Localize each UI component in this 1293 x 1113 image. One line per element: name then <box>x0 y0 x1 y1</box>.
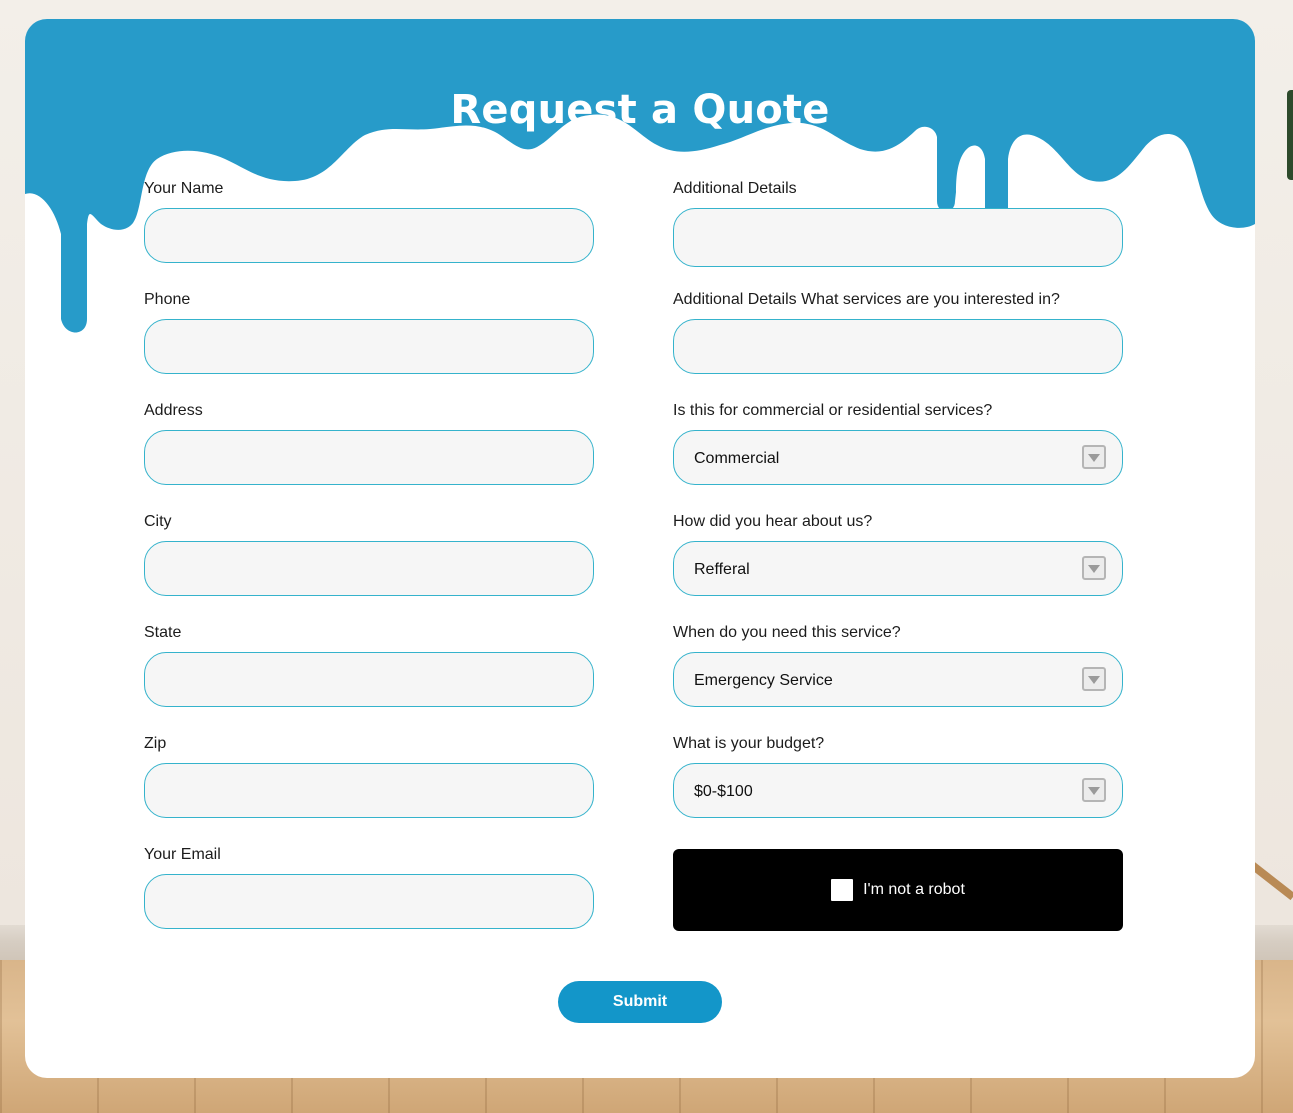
address-label: Address <box>144 402 203 419</box>
your-email-field: Your Email <box>144 846 594 929</box>
additional-details-field: Additional Details <box>673 180 1123 267</box>
city-label: City <box>144 513 172 530</box>
city-field: City <box>144 513 594 596</box>
referral-source-label: How did you hear about us? <box>673 513 873 530</box>
your-email-label: Your Email <box>144 846 221 863</box>
service-type-value: Commercial <box>694 450 780 467</box>
plant-decoration <box>1287 90 1293 180</box>
state-input[interactable] <box>144 652 594 707</box>
service-timing-field: When do you need this service? Emergency… <box>673 624 1123 707</box>
your-name-label: Your Name <box>144 180 224 197</box>
services-interested-field: Additional Details What services are you… <box>673 291 1123 374</box>
captcha-widget: I'm not a robot <box>673 849 1123 931</box>
budget-label: What is your budget? <box>673 735 825 752</box>
submit-button[interactable]: Submit <box>558 981 722 1023</box>
referral-source-select[interactable]: Refferal <box>673 541 1123 596</box>
captcha-label: I'm not a robot <box>863 881 965 898</box>
service-timing-value: Emergency Service <box>694 672 833 689</box>
service-timing-label: When do you need this service? <box>673 624 901 641</box>
state-label: State <box>144 624 182 641</box>
dropdown-arrow-icon[interactable] <box>1082 556 1106 580</box>
your-email-input[interactable] <box>144 874 594 929</box>
address-field: Address <box>144 402 594 485</box>
service-type-select[interactable]: Commercial <box>673 430 1123 485</box>
referral-source-field: How did you hear about us? Refferal <box>673 513 1123 596</box>
page-title: Request a Quote <box>450 87 830 133</box>
budget-field: What is your budget? $0-$100 <box>673 735 1123 818</box>
phone-input[interactable] <box>144 319 594 374</box>
zip-input[interactable] <box>144 763 594 818</box>
address-input[interactable] <box>144 430 594 485</box>
additional-details-input[interactable] <box>673 208 1123 267</box>
quote-form-card: Request a Quote Your Name Phone Address … <box>25 19 1255 1078</box>
services-interested-label: Additional Details What services are you… <box>673 291 1060 308</box>
captcha-checkbox[interactable] <box>831 879 854 901</box>
dropdown-arrow-icon[interactable] <box>1082 445 1106 469</box>
city-input[interactable] <box>144 541 594 596</box>
your-name-field: Your Name <box>144 180 594 263</box>
additional-details-label: Additional Details <box>673 180 797 197</box>
service-timing-select[interactable]: Emergency Service <box>673 652 1123 707</box>
zip-field: Zip <box>144 735 594 818</box>
dropdown-arrow-icon[interactable] <box>1082 667 1106 691</box>
budget-select[interactable]: $0-$100 <box>673 763 1123 818</box>
service-type-label: Is this for commercial or residential se… <box>673 402 993 419</box>
referral-source-value: Refferal <box>694 561 750 578</box>
phone-field: Phone <box>144 291 594 374</box>
services-interested-input[interactable] <box>673 319 1123 374</box>
state-field: State <box>144 624 594 707</box>
budget-value: $0-$100 <box>694 783 753 800</box>
phone-label: Phone <box>144 291 191 308</box>
service-type-field: Is this for commercial or residential se… <box>673 402 1123 485</box>
zip-label: Zip <box>144 735 167 752</box>
your-name-input[interactable] <box>144 208 594 263</box>
dropdown-arrow-icon[interactable] <box>1082 778 1106 802</box>
